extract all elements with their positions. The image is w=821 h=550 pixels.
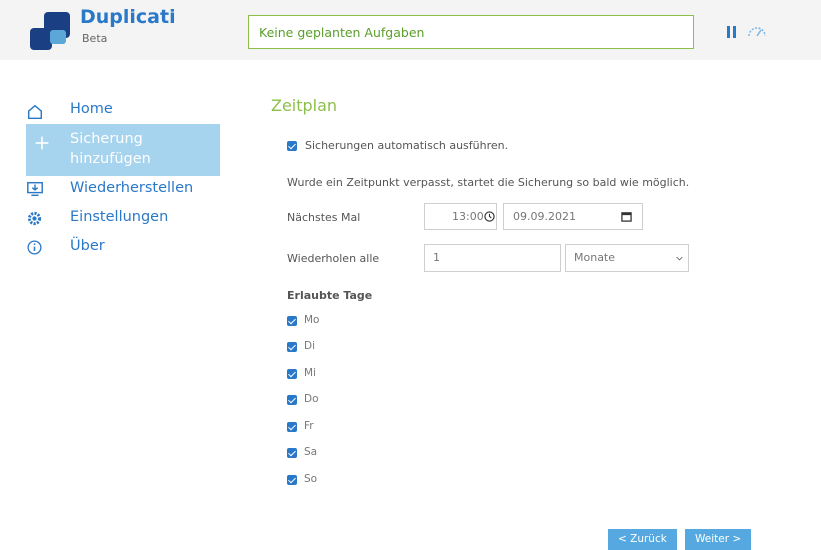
sidebar-item-settings[interactable]: Einstellungen [26,209,220,229]
calendar-icon[interactable] [621,211,632,222]
day-checkbox-fr[interactable] [287,422,297,432]
day-label-so: So [304,473,318,485]
next-time-value: 13:00 [452,210,484,223]
day-label-fr: Fr [304,420,314,432]
next-date-value: 09.09.2021 [513,210,576,223]
sidebar-item-label-line1: Sicherung [70,131,143,147]
day-checkbox-mo[interactable] [287,316,297,326]
sidebar-item-label: Über [70,238,105,254]
day-label-di: Di [304,340,316,352]
sidebar-item-restore[interactable]: Wiederherstellen [26,180,220,200]
home-icon [27,104,43,120]
missed-run-note: Wurde ein Zeitpunkt verpasst, startet di… [287,176,690,189]
day-label-mo: Mo [304,314,320,326]
day-checkbox-do[interactable] [287,395,297,405]
auto-run-checkbox[interactable] [287,141,297,151]
plus-icon [35,136,49,150]
sidebar-item-label: Wiederherstellen [70,180,194,196]
status-bar: Keine geplanten Aufgaben [248,15,694,49]
brand-name: Duplicati [80,6,176,28]
restore-icon [27,181,43,197]
sidebar-item-label: Einstellungen [70,209,169,225]
sidebar-item-about[interactable]: Über [26,238,220,258]
sidebar-item-home[interactable]: Home [26,101,220,121]
day-label-sa: Sa [304,446,318,458]
day-checkbox-sa[interactable] [287,448,297,458]
chevron-down-icon [676,256,683,261]
sidebar-item-add-backup[interactable]: Sicherung hinzufügen [26,124,220,176]
repeat-unit-value: Monate [574,251,616,264]
pause-icon[interactable] [727,26,737,38]
day-checkbox-so[interactable] [287,475,297,485]
throttle-icon[interactable] [746,24,768,38]
repeat-unit-select[interactable]: Monate [565,244,689,272]
day-checkbox-mi[interactable] [287,369,297,379]
auto-run-label: Sicherungen automatisch ausführen. [305,139,509,152]
allowed-days-label: Erlaubte Tage [287,289,373,302]
sidebar-item-label: Home [70,101,113,117]
info-icon [27,240,42,255]
day-checkbox-di[interactable] [287,342,297,352]
brand-subtitle: Beta [82,32,108,45]
top-header: Duplicati Beta Keine geplanten Aufgaben [0,0,821,60]
repeat-label: Wiederholen alle [287,252,380,265]
duplicati-logo [28,8,72,54]
clock-icon[interactable] [484,211,495,222]
repeat-count-value: 1 [433,251,440,264]
page-title: Zeitplan [271,96,338,115]
next-time-label: Nächstes Mal [287,211,361,224]
day-label-mi: Mi [304,367,316,379]
next-time-input[interactable]: 13:00 [424,203,497,230]
sidebar-item-label-line2: hinzufügen [70,151,151,167]
next-date-input[interactable]: 09.09.2021 [503,203,643,230]
repeat-count-input[interactable]: 1 [424,244,561,272]
day-label-do: Do [304,393,319,405]
gear-icon [27,211,42,226]
